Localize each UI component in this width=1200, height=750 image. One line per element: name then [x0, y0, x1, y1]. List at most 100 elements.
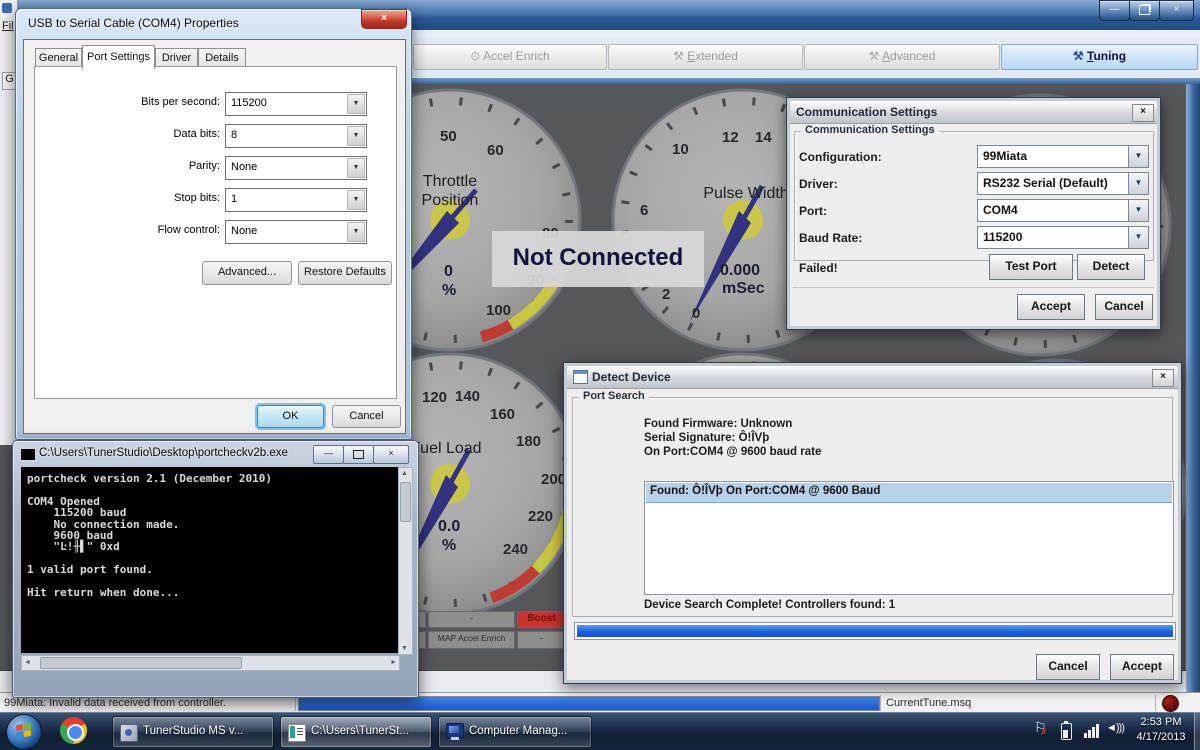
file-menu-label: Fil	[2, 20, 14, 32]
scroll-right-icon[interactable]: ►	[390, 659, 397, 666]
network-signal-icon[interactable]	[1084, 722, 1102, 738]
field-label: Configuration:	[799, 150, 882, 164]
selected-value: 99Miata	[983, 149, 1027, 163]
close-icon: ×	[1160, 371, 1166, 382]
tab-details[interactable]: Details	[198, 48, 246, 68]
parity-select[interactable]: None ▼	[225, 156, 367, 180]
scrollbar-thumb[interactable]	[40, 657, 242, 669]
divider	[1155, 695, 1156, 711]
indicator: -	[517, 631, 566, 649]
selected-value: None	[231, 225, 257, 237]
taskbar-item-tunerstudio[interactable]: TunerStudio MS v...	[112, 716, 274, 748]
field-label: Baud Rate:	[799, 231, 862, 245]
minimize-button[interactable]: —	[1099, 0, 1130, 21]
accept-button[interactable]: Accept	[1110, 654, 1174, 680]
taskbar-item-console[interactable]: C:\Users\TunerSt...	[280, 716, 432, 748]
found-devices-list[interactable]: Found: Ô!ÎVþ On Port:COM4 @ 9600 Baud	[644, 481, 1174, 595]
restore-defaults-button[interactable]: Restore Defaults	[298, 261, 392, 285]
close-button[interactable]: ×	[373, 445, 409, 464]
toolbar-button-tuning[interactable]: ⚒ Tuning	[1001, 44, 1198, 70]
maximize-button[interactable]	[343, 445, 374, 464]
battery-icon[interactable]	[1061, 723, 1072, 740]
port-select[interactable]: COM4 ▼	[977, 199, 1149, 222]
close-button[interactable]: ×	[1152, 369, 1174, 387]
bits-per-second-select[interactable]: 115200 ▼	[225, 92, 367, 116]
file-menu[interactable]: Fil	[2, 20, 14, 32]
close-icon: ×	[1140, 106, 1146, 117]
restore-button[interactable]	[1129, 0, 1160, 21]
test-port-button[interactable]: Test Port	[989, 254, 1073, 280]
chevron-down-icon[interactable]: ▼	[1128, 173, 1148, 194]
gauge-units: %	[442, 537, 456, 555]
selected-value: 8	[231, 129, 237, 141]
found-device-item[interactable]: Found: Ô!ÎVþ On Port:COM4 @ 9600 Baud	[646, 483, 1172, 503]
window-title: Detect Device	[592, 370, 671, 384]
close-button[interactable]: ×	[1132, 104, 1154, 122]
chevron-down-icon[interactable]: ▼	[347, 222, 365, 242]
scroll-up-icon[interactable]: ▲	[399, 470, 410, 477]
tab-driver[interactable]: Driver	[155, 48, 198, 68]
flow-control-select[interactable]: None ▼	[225, 220, 367, 244]
window-titlebar[interactable]: Detect Device ×	[567, 366, 1178, 389]
dialog-body: General Port Settings Driver Details Bit…	[23, 39, 406, 434]
chevron-down-icon[interactable]: ▼	[1128, 146, 1148, 167]
horizontal-scrollbar[interactable]: ◄ ►	[21, 655, 400, 671]
taskbar-item-computer-management[interactable]: Computer Manag...	[438, 716, 592, 748]
taskbar-clock[interactable]: 2:53 PM 4/17/2013	[1128, 715, 1194, 747]
window-title: Communication Settings	[796, 105, 937, 119]
communication-settings-window: Communication Settings × Communication S…	[786, 97, 1161, 330]
task-label: TunerStudio MS v...	[143, 725, 243, 737]
show-desktop-button[interactable]	[1194, 712, 1200, 750]
search-complete-message: Device Search Complete! Controllers foun…	[644, 599, 895, 611]
connection-status-icon	[1162, 695, 1179, 712]
cancel-button[interactable]: Cancel	[332, 405, 401, 428]
indicator: -	[428, 611, 515, 628]
status-message: 99Miata: Invalid data received from cont…	[4, 697, 226, 709]
divider	[793, 287, 1154, 288]
configuration-select[interactable]: 99Miata ▼	[977, 145, 1149, 168]
toolbar-label: A	[882, 49, 890, 63]
vertical-scrollbar[interactable]: ▲ ▼	[398, 467, 413, 655]
ok-button[interactable]: OK	[257, 405, 324, 428]
action-center-flag-icon[interactable]: ⚐✗	[1034, 719, 1047, 736]
scroll-left-icon[interactable]: ◄	[24, 659, 31, 666]
chevron-down-icon[interactable]: ▼	[347, 190, 365, 210]
chevron-down-icon[interactable]: ▼	[347, 94, 365, 114]
restore-icon	[1139, 5, 1150, 15]
field-label: Driver:	[799, 177, 838, 191]
stop-bits-select[interactable]: 1 ▼	[225, 188, 367, 212]
toolbar-button-extended[interactable]: ⚒ Extended	[608, 44, 803, 70]
chrome-icon[interactable]	[60, 717, 87, 744]
accept-button[interactable]: Accept	[1017, 294, 1085, 320]
scroll-down-icon[interactable]: ▼	[399, 645, 410, 652]
close-button[interactable]: ×	[361, 9, 407, 29]
scrollbar-thumb[interactable]	[400, 482, 411, 522]
close-icon: ×	[381, 12, 387, 24]
toolbar-label: E	[687, 49, 695, 63]
gauge-title: ThrottlePosition	[410, 172, 490, 210]
chevron-down-icon[interactable]: ▼	[347, 158, 365, 178]
chevron-down-icon[interactable]: ▼	[347, 126, 365, 146]
tab-port-settings[interactable]: Port Settings	[82, 45, 155, 69]
baud-rate-select[interactable]: 115200 ▼	[977, 226, 1149, 249]
detect-button[interactable]: Detect	[1077, 254, 1145, 280]
start-button[interactable]	[6, 714, 42, 750]
minimize-button[interactable]: —	[313, 445, 344, 464]
toolbar-button-advanced[interactable]: ⚒ Advanced	[804, 44, 1000, 70]
chevron-down-icon[interactable]: ▼	[1128, 200, 1148, 221]
cancel-button[interactable]: Cancel	[1036, 654, 1100, 680]
chevron-down-icon[interactable]: ▼	[1128, 227, 1148, 248]
tab-general[interactable]: General	[35, 48, 82, 68]
window-titlebar[interactable]: Communication Settings ×	[790, 101, 1157, 124]
toolbar-button-accel-enrich[interactable]: ⊙ Accel Enrich	[413, 44, 607, 70]
close-button[interactable]: ×	[1159, 0, 1194, 21]
app-icon	[2, 3, 12, 13]
volume-icon[interactable]: ◄)))	[1106, 722, 1124, 734]
tick-label: 240	[503, 541, 528, 558]
cancel-button[interactable]: Cancel	[1095, 294, 1153, 320]
field-label: Flow control:	[100, 224, 220, 236]
advanced-button[interactable]: Advanced...	[202, 261, 292, 285]
driver-select[interactable]: RS232 Serial (Default) ▼	[977, 172, 1149, 195]
selected-value: RS232 Serial (Default)	[983, 176, 1108, 190]
data-bits-select[interactable]: 8 ▼	[225, 124, 367, 148]
